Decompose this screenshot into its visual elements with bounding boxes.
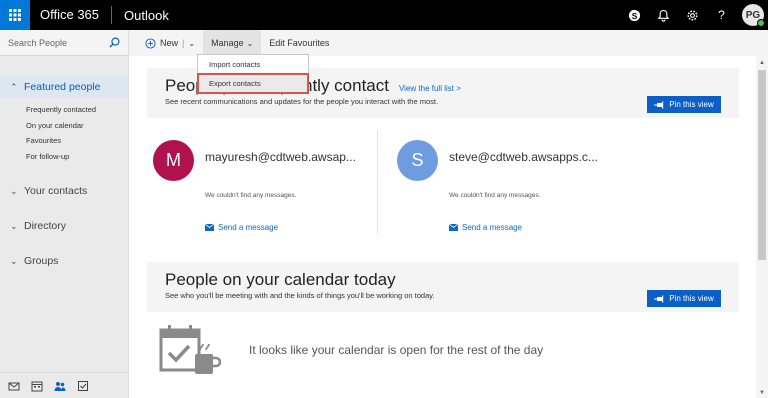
new-button[interactable]: New | ⌄ xyxy=(129,37,203,49)
pin-label: Pin this view xyxy=(669,294,714,303)
person-avatar[interactable]: S xyxy=(397,140,438,181)
calendar-coffee-icon xyxy=(159,325,221,374)
view-full-list-link[interactable]: View the full list > xyxy=(399,84,461,93)
envelope-icon xyxy=(449,224,458,231)
plus-circle-icon xyxy=(145,37,156,49)
pin-view-button[interactable]: Pin this view xyxy=(647,96,721,113)
sidebar-group-your-contacts[interactable]: ⌄ Your contacts xyxy=(0,180,128,202)
send-message-link[interactable]: Send a message xyxy=(205,223,278,232)
pin-view-button[interactable]: Pin this view xyxy=(647,290,721,307)
calendar-icon[interactable] xyxy=(31,380,43,392)
person-card[interactable]: S steve@cdtweb.awsapps.c... We couldn't … xyxy=(391,130,621,240)
search-input[interactable]: Search People xyxy=(0,30,128,56)
person-card[interactable]: M mayuresh@cdtweb.awsap... We couldn't f… xyxy=(147,130,377,240)
help-label: ? xyxy=(718,8,725,22)
person-avatar[interactable]: M xyxy=(153,140,194,181)
people-icon[interactable] xyxy=(54,380,66,392)
sidebar-group-label: Featured people xyxy=(24,81,101,93)
sidebar-item-frequently-contacted[interactable]: Frequently contacted xyxy=(0,102,128,118)
manage-button[interactable]: Manage ⌄ xyxy=(203,30,262,56)
avatar[interactable]: PG xyxy=(742,4,765,27)
app-title[interactable]: Outlook xyxy=(112,8,169,23)
chevron-up-icon: ⌃ xyxy=(10,81,18,92)
top-bar: Office 365 Outlook S ? PG xyxy=(0,0,768,30)
command-bar: New | ⌄ Manage ⌄ Edit Favourites xyxy=(129,30,768,56)
pin-icon xyxy=(654,295,664,302)
section-title-text: People on your calendar today xyxy=(165,270,396,289)
empty-calendar-text: It looks like your calendar is open for … xyxy=(249,343,544,357)
menu-item-export-contacts[interactable]: Export contacts xyxy=(197,73,309,94)
chevron-down-icon: ⌄ xyxy=(10,185,18,196)
presence-status-icon xyxy=(757,19,765,27)
pin-icon xyxy=(654,101,664,108)
tasks-icon[interactable] xyxy=(77,380,89,392)
chevron-down-icon: ⌄ xyxy=(10,220,18,231)
app-launcher-icon[interactable] xyxy=(0,0,30,30)
calendar-section: People on your calendar today See who yo… xyxy=(147,262,739,312)
top-icons: S ? PG xyxy=(620,0,768,30)
person-email[interactable]: steve@cdtweb.awsapps.c... xyxy=(449,150,598,164)
scroll-up-icon[interactable]: ▲ xyxy=(759,60,765,66)
sidebar-item-for-follow-up[interactable]: For follow-up xyxy=(0,149,128,165)
main-scrollbar[interactable]: ▲ ▼ xyxy=(756,56,768,398)
sidebar-group-directory[interactable]: ⌄ Directory xyxy=(0,215,128,237)
menu-item-import-contacts[interactable]: Import contacts xyxy=(198,55,308,74)
search-placeholder: Search People xyxy=(8,37,68,48)
chevron-down-icon[interactable]: ⌄ xyxy=(188,39,195,48)
sidebar-group-label: Directory xyxy=(24,220,67,232)
brand-title[interactable]: Office 365 xyxy=(30,0,111,30)
svg-text:S: S xyxy=(632,10,638,20)
manage-dropdown-menu: Import contacts Export contacts xyxy=(197,54,309,94)
mail-icon[interactable] xyxy=(8,380,20,392)
module-switcher xyxy=(0,372,128,398)
pin-label: Pin this view xyxy=(669,100,714,109)
avatar-initial: M xyxy=(166,150,181,170)
card-divider xyxy=(377,130,378,234)
help-icon[interactable]: ? xyxy=(707,0,736,30)
bell-icon[interactable] xyxy=(649,0,678,30)
send-message-label: Send a message xyxy=(218,223,279,232)
scrollbar-thumb[interactable] xyxy=(758,70,766,260)
chevron-down-icon: ⌄ xyxy=(246,38,254,48)
no-messages-text: We couldn't find any messages. xyxy=(449,192,541,199)
edit-favourites-button[interactable]: Edit Favourites xyxy=(261,38,337,48)
sidebar-group-groups[interactable]: ⌄ Groups xyxy=(0,250,128,272)
send-message-label: Send a message xyxy=(462,223,523,232)
no-messages-text: We couldn't find any messages. xyxy=(205,192,297,199)
scroll-down-icon[interactable]: ▼ xyxy=(759,390,765,396)
person-email[interactable]: mayuresh@cdtweb.awsap... xyxy=(205,150,356,164)
sidebar-group-label: Groups xyxy=(24,255,59,267)
main-content: People you frequently contact View the f… xyxy=(129,56,768,398)
section-title: People on your calendar today xyxy=(165,270,739,290)
new-label: New xyxy=(160,38,179,48)
chevron-down-icon: ⌄ xyxy=(10,255,18,266)
sidebar-group-featured-people[interactable]: ⌃ Featured people xyxy=(0,76,128,98)
avatar-initial: S xyxy=(411,150,424,170)
separator: | xyxy=(182,38,185,48)
sidebar-group-label: Your contacts xyxy=(24,185,88,197)
sidebar-item-favourites[interactable]: Favourites xyxy=(0,133,128,149)
empty-calendar-state: It looks like your calendar is open for … xyxy=(159,322,543,378)
search-icon[interactable] xyxy=(109,37,120,48)
skype-icon[interactable]: S xyxy=(620,0,649,30)
manage-label: Manage xyxy=(211,38,244,48)
gear-icon[interactable] xyxy=(678,0,707,30)
envelope-icon xyxy=(205,224,214,231)
sidebar: Search People ⌃ Featured people Frequent… xyxy=(0,30,129,398)
sidebar-item-on-your-calendar[interactable]: On your calendar xyxy=(0,118,128,134)
send-message-link[interactable]: Send a message xyxy=(449,223,522,232)
